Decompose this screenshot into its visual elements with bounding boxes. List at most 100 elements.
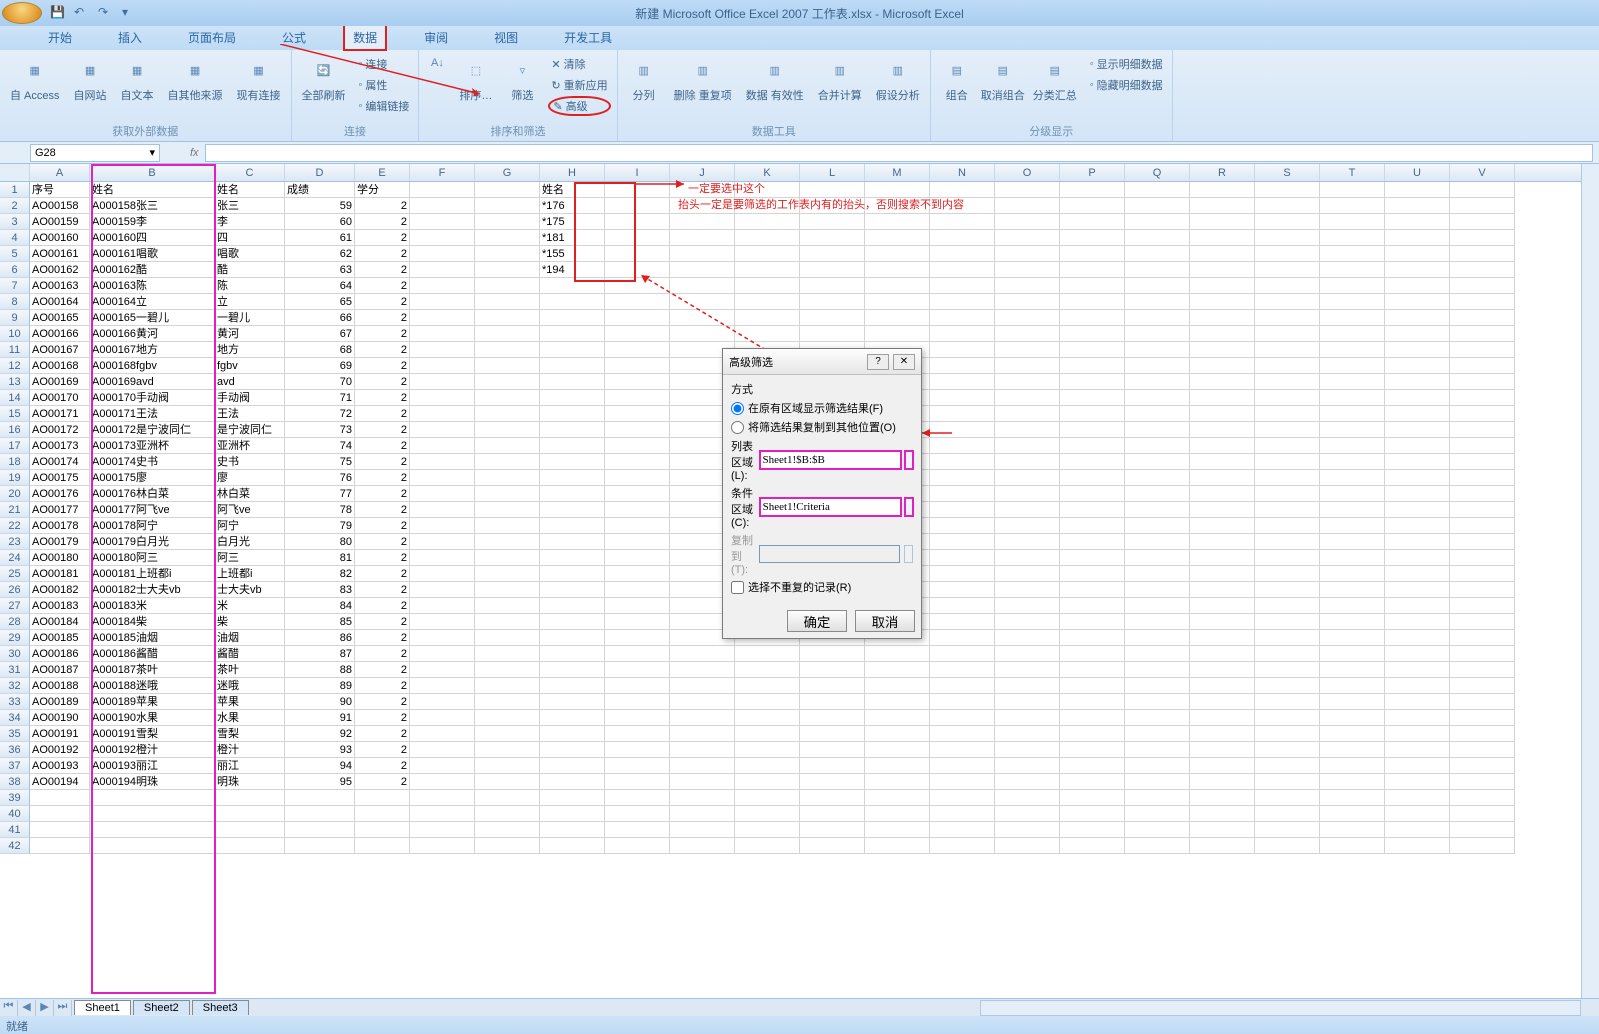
cell[interactable]	[995, 470, 1060, 486]
cell[interactable]	[1450, 342, 1515, 358]
cell[interactable]: A000168fgbv	[90, 358, 215, 374]
cell[interactable]	[1060, 646, 1125, 662]
cell[interactable]	[605, 742, 670, 758]
cell[interactable]	[735, 214, 800, 230]
cell[interactable]	[475, 406, 540, 422]
cell[interactable]	[995, 534, 1060, 550]
cell[interactable]	[475, 278, 540, 294]
cell[interactable]: 2	[355, 646, 410, 662]
cell[interactable]	[930, 774, 995, 790]
cell[interactable]	[540, 470, 605, 486]
cell[interactable]: 71	[285, 390, 355, 406]
cell[interactable]	[735, 758, 800, 774]
cell[interactable]: 2	[355, 374, 410, 390]
cell[interactable]	[995, 678, 1060, 694]
cell[interactable]: A000179白月光	[90, 534, 215, 550]
cell[interactable]: AO00170	[30, 390, 90, 406]
cell[interactable]	[930, 502, 995, 518]
cell[interactable]	[410, 390, 475, 406]
cell[interactable]	[285, 822, 355, 838]
cell[interactable]	[1255, 726, 1320, 742]
cell[interactable]	[475, 726, 540, 742]
cell[interactable]	[1125, 502, 1190, 518]
cell[interactable]: 2	[355, 470, 410, 486]
cell[interactable]	[930, 310, 995, 326]
cell[interactable]	[930, 518, 995, 534]
row-header[interactable]: 21	[0, 502, 30, 518]
cell[interactable]: AO00193	[30, 758, 90, 774]
cell[interactable]: 茶叶	[215, 662, 285, 678]
row-header[interactable]: 28	[0, 614, 30, 630]
cell[interactable]: 姓名	[90, 182, 215, 198]
cell[interactable]	[605, 486, 670, 502]
row-header[interactable]: 29	[0, 630, 30, 646]
cell[interactable]	[1125, 614, 1190, 630]
cell[interactable]	[1320, 230, 1385, 246]
cell[interactable]	[1125, 278, 1190, 294]
cell[interactable]	[1255, 214, 1320, 230]
cell[interactable]	[540, 630, 605, 646]
cell[interactable]	[1385, 758, 1450, 774]
cell[interactable]	[1060, 502, 1125, 518]
cell[interactable]	[1255, 262, 1320, 278]
cell[interactable]	[1125, 358, 1190, 374]
cell[interactable]	[930, 758, 995, 774]
cell[interactable]	[1125, 438, 1190, 454]
cell[interactable]	[1060, 198, 1125, 214]
cell[interactable]	[1125, 182, 1190, 198]
cell[interactable]	[995, 598, 1060, 614]
cell[interactable]	[800, 326, 865, 342]
cell[interactable]	[1190, 454, 1255, 470]
cell[interactable]: 94	[285, 758, 355, 774]
cell[interactable]	[410, 694, 475, 710]
cell[interactable]	[865, 278, 930, 294]
cell[interactable]	[1450, 566, 1515, 582]
cell[interactable]	[865, 822, 930, 838]
cell[interactable]: A000162酷	[90, 262, 215, 278]
cell[interactable]	[540, 278, 605, 294]
cell[interactable]	[1060, 630, 1125, 646]
cell[interactable]	[605, 582, 670, 598]
cell[interactable]	[735, 838, 800, 854]
cell[interactable]	[995, 582, 1060, 598]
cell[interactable]	[800, 710, 865, 726]
cell[interactable]	[475, 230, 540, 246]
criteria-range-picker[interactable]	[905, 498, 913, 516]
cell[interactable]	[1450, 630, 1515, 646]
cell[interactable]	[1060, 310, 1125, 326]
cell[interactable]	[1255, 838, 1320, 854]
cell[interactable]	[1190, 342, 1255, 358]
cell[interactable]	[605, 710, 670, 726]
cell[interactable]	[1320, 726, 1385, 742]
cell[interactable]: 2	[355, 406, 410, 422]
row-header[interactable]: 7	[0, 278, 30, 294]
cell[interactable]	[930, 470, 995, 486]
cell[interactable]	[1450, 182, 1515, 198]
cell[interactable]: 65	[285, 294, 355, 310]
cell[interactable]: *155	[540, 246, 605, 262]
cell[interactable]	[670, 806, 735, 822]
cell[interactable]	[1385, 502, 1450, 518]
cell[interactable]	[1320, 662, 1385, 678]
cell[interactable]: 苹果	[215, 694, 285, 710]
cell[interactable]	[410, 758, 475, 774]
cell[interactable]: A000170手动阀	[90, 390, 215, 406]
cell[interactable]	[1060, 534, 1125, 550]
row-header[interactable]: 18	[0, 454, 30, 470]
cell[interactable]	[1450, 646, 1515, 662]
tab-开发工具[interactable]: 开发工具	[556, 25, 620, 50]
cell[interactable]	[605, 790, 670, 806]
cell[interactable]: 廖	[215, 470, 285, 486]
cell[interactable]: 史书	[215, 454, 285, 470]
cell[interactable]	[410, 406, 475, 422]
cell[interactable]: AO00188	[30, 678, 90, 694]
cell[interactable]	[735, 710, 800, 726]
cell[interactable]	[1320, 630, 1385, 646]
cell[interactable]	[540, 662, 605, 678]
col-header-A[interactable]: A	[30, 164, 90, 181]
cell[interactable]: 阿宁	[215, 518, 285, 534]
cell[interactable]: A000188迷哦	[90, 678, 215, 694]
row-header[interactable]: 17	[0, 438, 30, 454]
cell[interactable]: A000180阿三	[90, 550, 215, 566]
cell[interactable]	[930, 646, 995, 662]
